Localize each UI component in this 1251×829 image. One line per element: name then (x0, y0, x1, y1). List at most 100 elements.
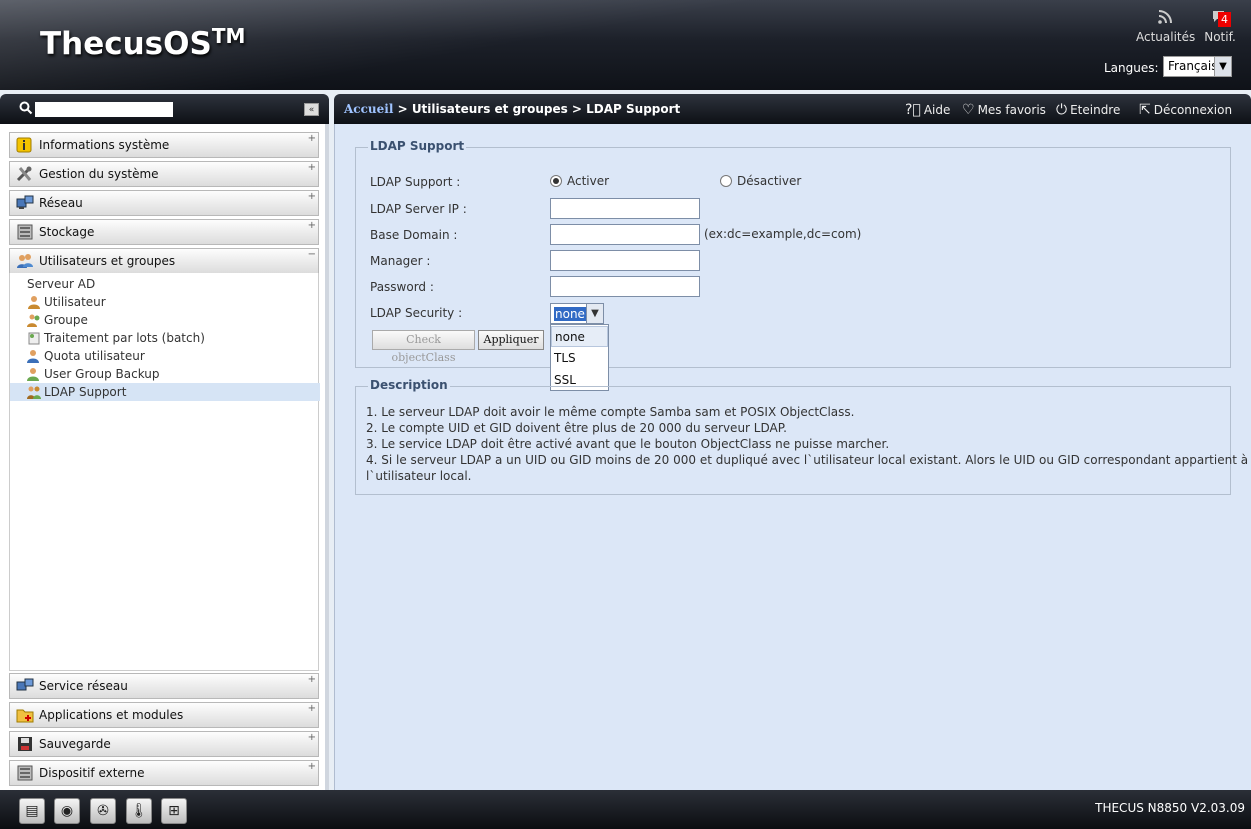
logout-icon: ⇱ (1139, 102, 1151, 118)
sidebar-subtree: Serveur AD Utilisateur Groupe Traitement… (9, 273, 320, 671)
collapse-sidebar-button[interactable]: « (304, 103, 319, 116)
check-objectclass-button[interactable]: Check objectClass (372, 330, 475, 364)
password-field[interactable] (550, 276, 700, 297)
tree-item-label: Groupe (44, 313, 88, 327)
ldap-icon (27, 385, 41, 399)
favorites-button[interactable]: ♡ Mes favoris (962, 102, 1046, 118)
manager-field[interactable] (550, 250, 700, 271)
expand-icon: + (307, 674, 316, 685)
server-ip-field[interactable] (550, 198, 700, 219)
search-icon (19, 101, 33, 119)
breadcrumb-home-link[interactable]: Accueil (344, 102, 393, 116)
sidebar-item-applications-et-modules[interactable]: Applications et modules + (9, 702, 319, 728)
ldap-support-label: LDAP Support : (370, 175, 461, 189)
tools-icon (16, 166, 34, 182)
news-button[interactable]: Actualités (1136, 10, 1196, 44)
sidebar-item-label: Réseau (39, 196, 83, 210)
news-label: Actualités (1136, 30, 1196, 44)
sidebar-item-dispositif-externe[interactable]: Dispositif externe + (9, 760, 319, 786)
sidebar-item-informations-systeme[interactable]: Informations système + (9, 132, 319, 158)
shutdown-label: Eteindre (1070, 103, 1121, 117)
ldap-security-label: LDAP Security : (370, 306, 463, 320)
network-service-icon (16, 678, 34, 694)
logo: ThecusOSTM (40, 24, 246, 62)
base-domain-hint: (ex:dc=example,dc=com) (704, 227, 862, 241)
sidebar-item-label: Applications et modules (39, 708, 184, 722)
sidebar-item-sauvegarde[interactable]: Sauvegarde + (9, 731, 319, 757)
tree-item-serveur-ad[interactable]: Serveur AD (10, 275, 320, 293)
disable-radio-label[interactable]: Désactiver (737, 174, 801, 188)
tree-item-quota-utilisateur[interactable]: Quota utilisateur (10, 347, 320, 365)
notification-count-badge: 4 (1218, 12, 1231, 27)
tree-item-utilisateur[interactable]: Utilisateur (10, 293, 320, 311)
breadcrumb-path: > Utilisateurs et groupes > LDAP Support (393, 102, 681, 116)
tree-item-label: Utilisateur (44, 295, 106, 309)
floppy-disk-icon (16, 736, 34, 752)
server-icon[interactable]: ▤ (19, 798, 45, 824)
language-label: Langues: (1104, 61, 1159, 75)
notifications-label: Notif. (1204, 30, 1236, 44)
sidebar-item-service-reseau[interactable]: Service réseau + (9, 673, 319, 699)
expand-icon: + (307, 133, 316, 144)
sidebar-item-label: Gestion du système (39, 167, 159, 181)
enable-radio-label[interactable]: Activer (567, 174, 609, 188)
logout-button[interactable]: ⇱ Déconnexion (1139, 102, 1232, 118)
logout-label: Déconnexion (1153, 103, 1233, 117)
base-domain-field[interactable] (550, 224, 700, 245)
disk-icon[interactable]: ◉ (54, 798, 80, 824)
security-option-tls[interactable]: TLS (551, 348, 608, 369)
user-icon (27, 295, 41, 309)
network-icon[interactable]: ⊞ (161, 798, 187, 824)
external-device-icon (16, 765, 34, 781)
group-icon (27, 313, 41, 327)
notifications-button[interactable]: 4 Notif. (1198, 10, 1242, 44)
base-domain-label: Base Domain : (370, 228, 458, 242)
sidebar-item-label: Sauvegarde (39, 737, 111, 751)
enable-radio[interactable] (550, 175, 562, 187)
tree-item-label: Quota utilisateur (44, 349, 145, 363)
storage-icon (16, 224, 34, 240)
ldap-security-select[interactable]: none ▼ (550, 303, 604, 324)
sidebar-item-label: Service réseau (39, 679, 128, 693)
chevron-down-icon: ▼ (1214, 57, 1231, 76)
footer-bar: ▤ ◉ ✇ 🌡 ⊞ THECUS N8850 V2.03.09 (0, 790, 1251, 829)
chevron-down-icon: ▼ (586, 304, 603, 323)
help-button[interactable]: ?⃝ Aide (905, 102, 950, 118)
shutdown-button[interactable]: ⏻ Eteindre (1056, 102, 1120, 118)
tree-item-traitement-par-lots[interactable]: Traitement par lots (batch) (10, 329, 320, 347)
expand-icon: + (307, 220, 316, 231)
heart-icon: ♡ (962, 102, 975, 118)
apply-button[interactable]: Appliquer (478, 330, 544, 350)
sidebar-item-label: Informations système (39, 138, 170, 152)
sidebar-item-stockage[interactable]: Stockage + (9, 219, 319, 245)
tree-item-ldap-support[interactable]: LDAP Support (10, 383, 320, 401)
ldap-support-legend: LDAP Support (368, 139, 467, 153)
content-header-bar: Accueil > Utilisateurs et groupes > LDAP… (334, 94, 1251, 124)
fan-icon[interactable]: ✇ (90, 798, 116, 824)
rss-icon (1136, 10, 1194, 30)
thermometer-icon[interactable]: 🌡 (126, 798, 152, 824)
security-option-none[interactable]: none (551, 326, 608, 347)
sidebar-item-label: Stockage (39, 225, 95, 239)
sidebar-item-utilisateurs-et-groupes[interactable]: Utilisateurs et groupes − (9, 248, 319, 274)
power-icon: ⏻ (1056, 102, 1068, 118)
sidebar: Informations système + Gestion du systèm… (0, 124, 329, 790)
tree-item-label: LDAP Support (44, 385, 127, 399)
sidebar-item-label: Dispositif externe (39, 766, 145, 780)
description-line: 2. Le compte UID et GID doivent être plu… (366, 421, 787, 435)
description-legend: Description (368, 378, 450, 392)
sidebar-item-reseau[interactable]: Réseau + (9, 190, 319, 216)
search-input[interactable] (35, 102, 173, 117)
sidebar-item-gestion-du-systeme[interactable]: Gestion du système + (9, 161, 319, 187)
tree-item-groupe[interactable]: Groupe (10, 311, 320, 329)
help-label: Aide (923, 103, 951, 117)
disable-radio[interactable] (720, 175, 732, 187)
backup-user-icon (27, 367, 41, 381)
description-line: 3. Le service LDAP doit être activé avan… (366, 437, 890, 451)
expand-icon: + (307, 703, 316, 714)
language-select[interactable]: Français ▼ (1163, 56, 1232, 77)
tree-item-user-group-backup[interactable]: User Group Backup (10, 365, 320, 383)
sidebar-search-bar: « (0, 94, 329, 124)
expand-icon: + (307, 191, 316, 202)
description-line: 1. Le serveur LDAP doit avoir le même co… (366, 405, 855, 419)
